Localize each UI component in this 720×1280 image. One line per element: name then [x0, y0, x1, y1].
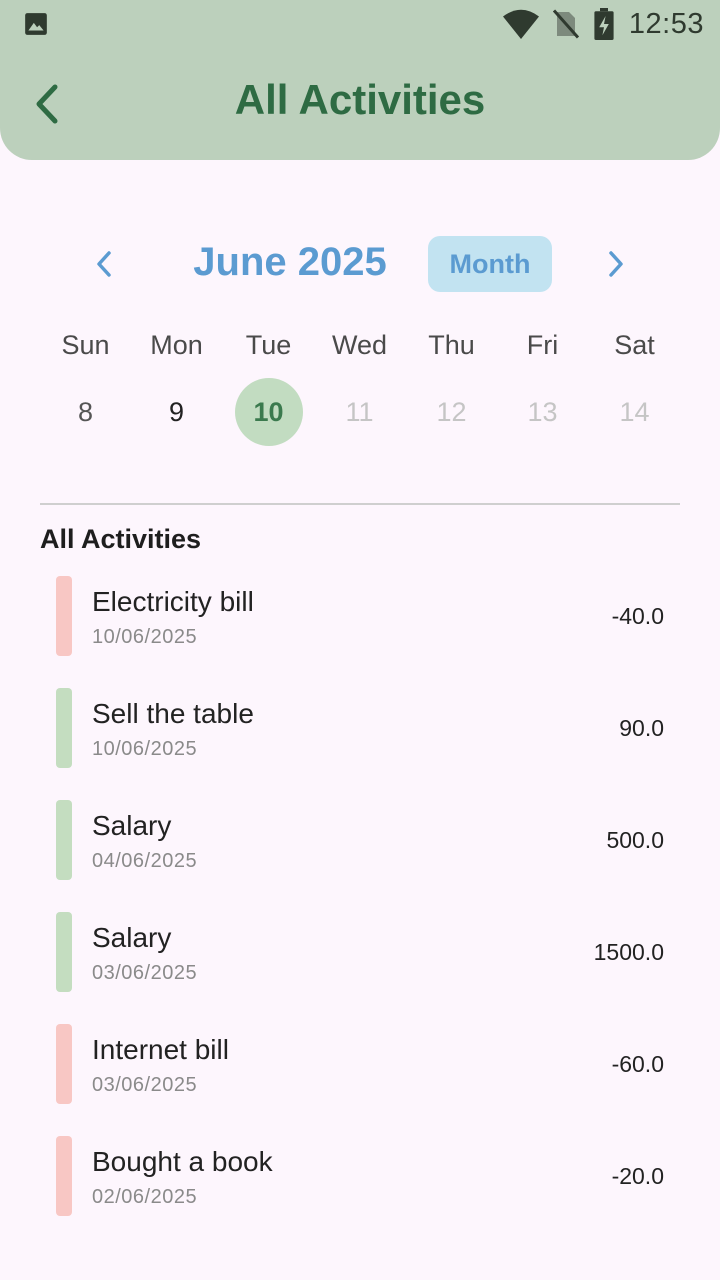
activity-amount: 1500.0: [593, 939, 664, 965]
activity-name: Salary: [92, 810, 172, 841]
weekday-label: Tue: [245, 330, 292, 360]
battery-charging-icon: [593, 8, 615, 40]
activity-date: 10/06/2025: [92, 626, 198, 648]
calendar-format-button[interactable]: Month: [428, 236, 552, 292]
weekday-label: Sat: [614, 330, 655, 360]
app-root: 12:53 All Activities June 2025 Month Sun…: [0, 0, 720, 1280]
calendar-day[interactable]: 14: [589, 378, 680, 446]
activity-amount: 500.0: [606, 827, 664, 853]
calendar-day[interactable]: 12: [406, 378, 497, 446]
chevron-right-icon: [609, 251, 623, 277]
income-indicator: [56, 912, 72, 992]
day-row: 8 9 10 11 12 13 14: [40, 378, 680, 446]
calendar-day[interactable]: 13: [497, 378, 588, 446]
section-title: All Activities: [40, 524, 202, 554]
weekday-label: Wed: [331, 330, 388, 360]
activity-date: 04/06/2025: [92, 850, 198, 872]
activity-amount: -20.0: [611, 1163, 664, 1189]
month-label[interactable]: June 2025: [190, 240, 390, 285]
expense-indicator: [56, 576, 72, 656]
page-title: All Activities: [234, 76, 486, 123]
activity-name: Internet bill: [92, 1034, 229, 1065]
activity-date: 02/06/2025: [92, 1186, 198, 1208]
divider: [40, 503, 680, 505]
calendar-day-selected[interactable]: 10: [223, 378, 314, 446]
activity-date: 03/06/2025: [92, 1074, 198, 1096]
activity-item[interactable]: Electricity bill 10/06/2025 -40.0: [40, 568, 680, 668]
chevron-left-icon: [97, 251, 111, 277]
calendar-day[interactable]: 11: [314, 378, 405, 446]
weekday-label: Fri: [526, 330, 559, 360]
status-bar: 12:53: [0, 0, 720, 48]
activity-amount: -40.0: [611, 603, 664, 629]
wifi-icon: [502, 9, 539, 39]
activity-amount: -60.0: [611, 1051, 664, 1077]
expense-indicator: [56, 1024, 72, 1104]
next-week-button[interactable]: [598, 244, 634, 284]
activity-name: Electricity bill: [92, 586, 254, 617]
calendar-day[interactable]: 8: [40, 378, 131, 446]
gallery-icon: [25, 13, 47, 35]
income-indicator: [56, 800, 72, 880]
weekday-label: Mon: [150, 330, 203, 360]
selected-day-label: 10: [234, 378, 303, 446]
activity-item[interactable]: Salary 04/06/2025 500.0: [40, 792, 680, 892]
weekday-row: Sun Mon Tue Wed Thu Fri Sat: [40, 330, 680, 370]
status-icons: 12:53: [502, 6, 704, 42]
app-bar: 12:53 All Activities: [0, 0, 720, 160]
activity-item[interactable]: Salary 03/06/2025 1500.0: [40, 904, 680, 1004]
activity-amount: 90.0: [619, 715, 664, 741]
activity-item[interactable]: Bought a book 02/06/2025 -20.0: [40, 1128, 680, 1228]
income-indicator: [56, 688, 72, 768]
no-sim-icon: [552, 9, 579, 39]
activity-name: Salary: [92, 922, 172, 953]
previous-week-button[interactable]: [86, 244, 122, 284]
status-time: 12:53: [628, 7, 704, 40]
activity-item[interactable]: Internet bill 03/06/2025 -60.0: [40, 1016, 680, 1116]
activity-name: Bought a book: [92, 1146, 273, 1177]
activity-name: Sell the table: [92, 698, 254, 729]
activity-date: 03/06/2025: [92, 962, 198, 984]
activity-item[interactable]: Sell the table 10/06/2025 90.0: [40, 680, 680, 780]
activity-date: 10/06/2025: [92, 738, 198, 760]
weekday-label: Sun: [61, 330, 110, 360]
calendar-header: June 2025 Month: [0, 236, 720, 292]
calendar-day[interactable]: 9: [131, 378, 222, 446]
expense-indicator: [56, 1136, 72, 1216]
weekday-label: Thu: [428, 330, 475, 360]
